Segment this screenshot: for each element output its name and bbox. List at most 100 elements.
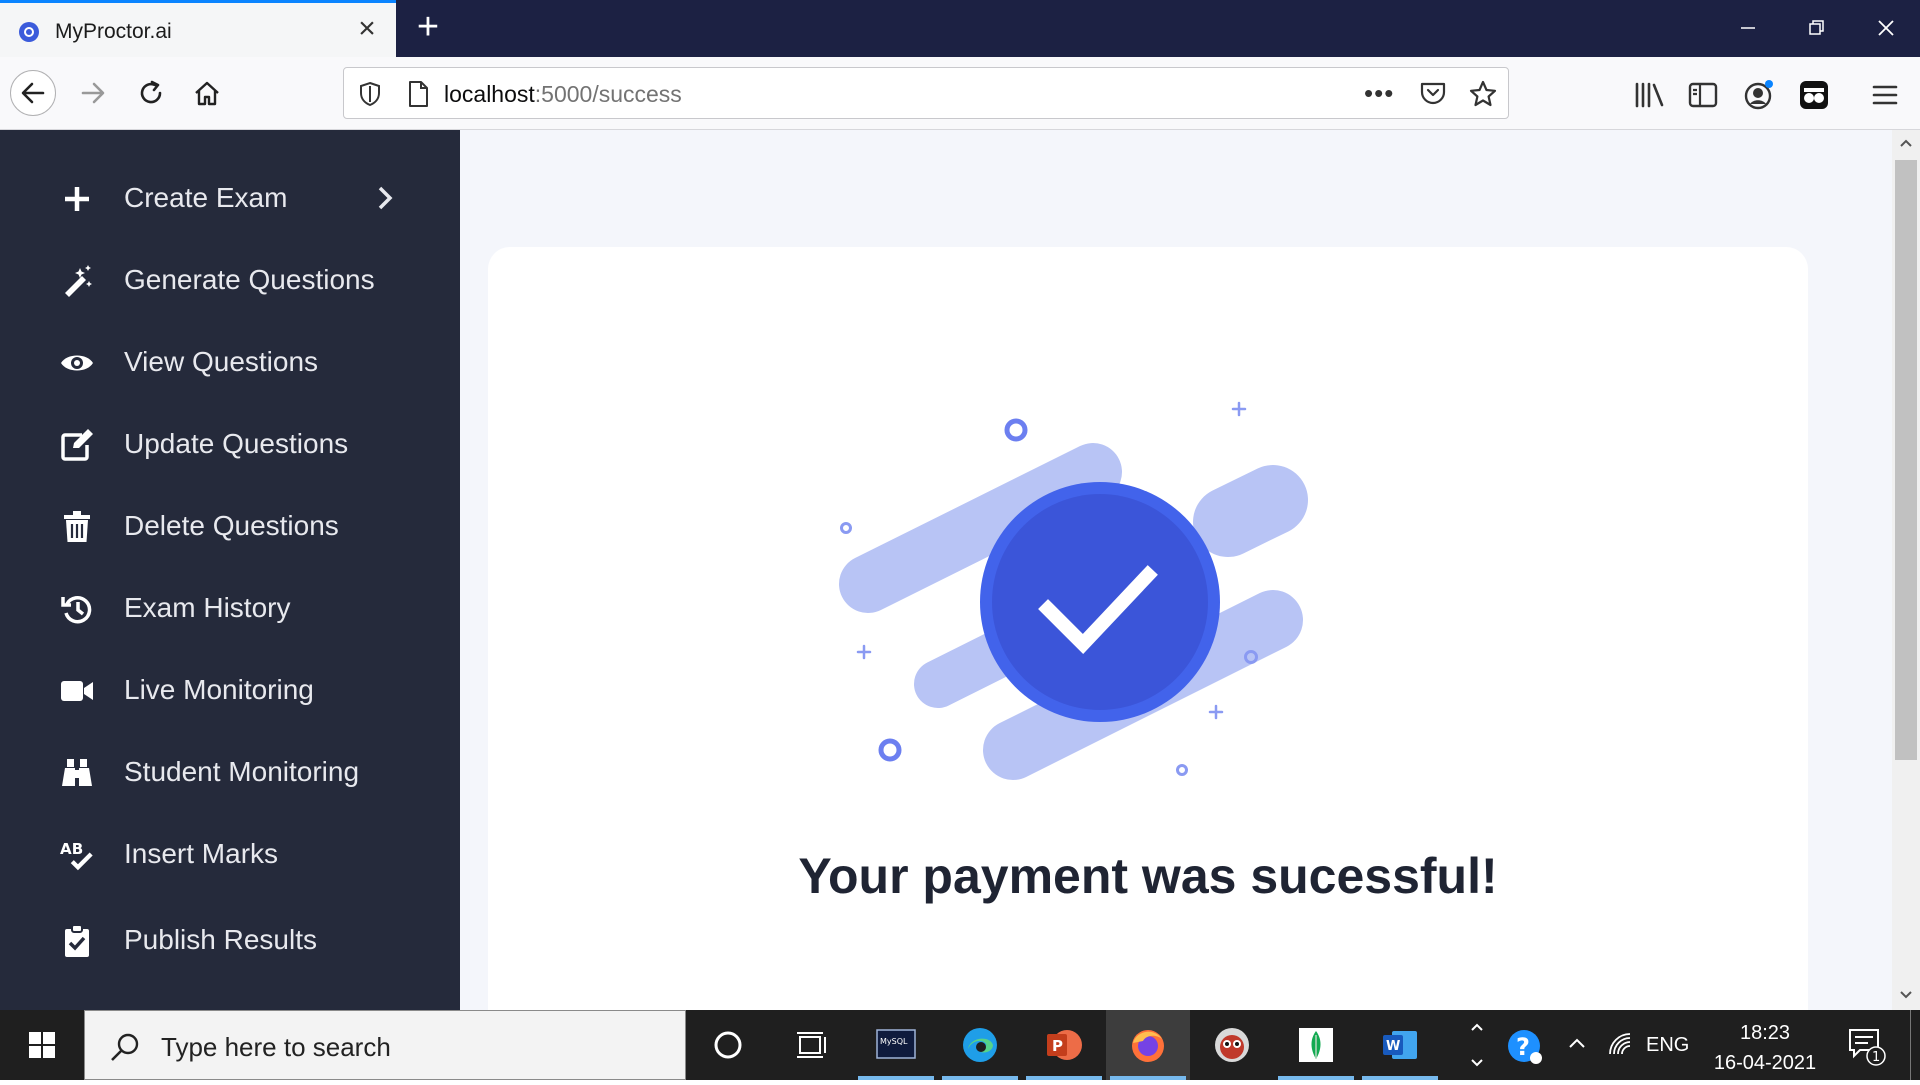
cortana-button[interactable] (686, 1010, 770, 1080)
forward-button[interactable] (70, 70, 116, 116)
sidebar-item-label: Publish Results (124, 924, 317, 955)
clock-time: 18:23 (1739, 1022, 1791, 1044)
arrow-right-icon (81, 82, 105, 104)
wifi-icon[interactable] (1606, 1030, 1636, 1063)
address-bar[interactable]: localhost:5000/success ••• (343, 67, 1509, 119)
windows-taskbar: Type here to search MySQL P W ? ENG 18:2… (0, 1010, 1920, 1080)
svg-text:P: P (1052, 1037, 1063, 1055)
restore-window-icon[interactable] (1796, 8, 1836, 48)
running-indicator (1362, 1076, 1438, 1080)
taskbar-app-powerpoint[interactable]: P (1022, 1010, 1106, 1080)
taskbar-scroll-arrows[interactable] (1462, 1010, 1492, 1080)
running-indicator (1026, 1076, 1102, 1080)
sidebar-item-publish-results[interactable]: Publish Results (0, 910, 460, 970)
main-content: Your payment was sucessful! (460, 130, 1892, 1010)
sidebar-item-live-monitoring[interactable]: Live Monitoring (0, 660, 460, 720)
home-icon (195, 81, 219, 106)
windows-start-button[interactable] (0, 1010, 84, 1080)
sidebar-item-label: Insert Marks (124, 838, 279, 869)
sidebar-item-exam-history[interactable]: Exam History (0, 578, 460, 638)
sidebar-item-create-exam[interactable]: Create Exam (0, 168, 460, 228)
binoculars-icon (60, 756, 94, 790)
sidebar-item-label: Delete Questions (124, 510, 339, 541)
sidebar-item-label: Generate Questions (124, 264, 375, 295)
trash-icon (60, 510, 94, 544)
sidebar-item-label: Exam History (124, 592, 291, 623)
running-indicator (858, 1076, 934, 1080)
taskbar-search-box[interactable]: Type here to search (84, 1010, 686, 1080)
sidebar-item-label: Student Monitoring (124, 756, 360, 787)
action-center-icon[interactable]: 1 (1846, 1026, 1886, 1071)
running-indicator (1110, 1076, 1186, 1080)
sidebar-item-label: View Questions (124, 346, 319, 377)
page-info-icon[interactable] (406, 80, 430, 108)
sidebar-item-insert-marks[interactable]: AB Insert Marks (0, 824, 460, 884)
svg-text:MySQL: MySQL (880, 1037, 908, 1046)
scroll-down-arrow-icon[interactable] (1892, 982, 1920, 1008)
svg-text:1: 1 (1872, 1050, 1880, 1065)
magic-wand-icon (60, 264, 94, 298)
url-text[interactable]: localhost:5000/success (444, 81, 682, 108)
show-desktop-button[interactable] (1910, 1010, 1914, 1080)
show-hidden-icons-chevron-icon[interactable] (1566, 1032, 1588, 1059)
edit-icon (60, 428, 94, 462)
system-clock[interactable]: 18:23 16-04-2021 (1700, 1018, 1830, 1078)
scroll-up-arrow-icon[interactable] (1892, 130, 1920, 156)
help-icon[interactable]: ? (1504, 1026, 1544, 1071)
sidebar-item-delete-questions[interactable]: Delete Questions (0, 496, 460, 556)
new-tab-icon[interactable]: + (410, 8, 446, 46)
page-actions-menu-icon[interactable]: ••• (1364, 78, 1394, 109)
sidebar-item-update-questions[interactable]: Update Questions (0, 414, 460, 474)
close-window-icon[interactable] (1866, 8, 1906, 48)
clock-date: 16-04-2021 (1713, 1052, 1817, 1074)
plus-icon (60, 182, 94, 216)
home-button[interactable] (184, 70, 230, 116)
svg-text:W: W (1386, 1039, 1400, 1054)
payment-success-illustration (839, 401, 1308, 780)
chevron-right-icon (378, 186, 393, 210)
eye-icon (60, 346, 94, 380)
tracking-protection-shield-icon[interactable] (358, 81, 382, 107)
bookmark-star-icon[interactable] (1469, 80, 1497, 108)
browser-tab[interactable]: MyProctor.ai × (0, 0, 396, 57)
taskbar-app-owl[interactable] (1190, 1010, 1274, 1080)
scrollbar-thumb[interactable] (1895, 160, 1917, 760)
site-favicon-icon (19, 22, 39, 42)
vertical-scrollbar[interactable] (1892, 130, 1920, 1010)
taskbar-app-firefox[interactable] (1106, 1010, 1190, 1080)
sidebar-toggle-icon[interactable] (1686, 78, 1720, 112)
sidebar-item-student-monitoring[interactable]: Student Monitoring (0, 742, 460, 802)
task-view-button[interactable] (770, 1010, 854, 1080)
taskbar-app-mongodb[interactable] (1274, 1010, 1358, 1080)
task-view-icon (797, 1032, 826, 1058)
powerpoint-icon: P (1047, 1030, 1082, 1060)
taskbar-app-word[interactable]: W (1358, 1010, 1442, 1080)
sidebar-item-label: Create Exam (124, 182, 288, 213)
back-button[interactable] (10, 70, 56, 116)
clipboard-check-icon (60, 924, 94, 958)
extension-icon[interactable] (1797, 78, 1831, 112)
search-icon (111, 1033, 139, 1061)
library-icon[interactable] (1632, 78, 1666, 112)
close-tab-icon[interactable]: × (352, 14, 382, 45)
spell-check-icon: AB (60, 838, 94, 872)
input-language-indicator[interactable]: ENG (1646, 1034, 1689, 1057)
payment-success-card: Your payment was sucessful! (488, 247, 1808, 1010)
pocket-icon[interactable] (1419, 81, 1447, 107)
sidebar-item-view-questions[interactable]: View Questions (0, 332, 460, 392)
reload-icon (140, 80, 162, 104)
arrow-left-icon (21, 82, 45, 104)
reload-button[interactable] (128, 70, 174, 116)
taskbar-app-mysql[interactable]: MySQL (854, 1010, 938, 1080)
taskbar-app-edge[interactable] (938, 1010, 1022, 1080)
video-camera-icon (60, 674, 94, 708)
account-icon[interactable] (1742, 78, 1776, 112)
tab-title: MyProctor.ai (55, 20, 172, 43)
search-placeholder: Type here to search (161, 1032, 391, 1062)
sidebar-item-generate-questions[interactable]: Generate Questions (0, 250, 460, 310)
minimize-window-icon[interactable] (1728, 8, 1768, 48)
sidebar-item-label: Update Questions (124, 428, 349, 459)
history-icon (60, 592, 94, 626)
hamburger-menu-icon[interactable] (1868, 78, 1902, 112)
sidebar-item-partial[interactable] (0, 992, 460, 1010)
